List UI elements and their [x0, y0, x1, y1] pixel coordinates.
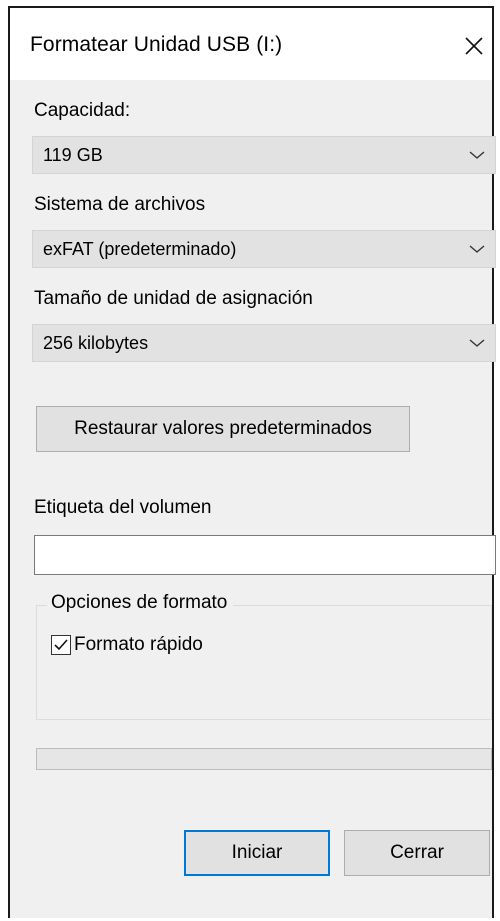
quick-format-label: Formato rápido	[74, 634, 203, 655]
start-button[interactable]: Iniciar	[184, 830, 330, 876]
format-options-group: Opciones de formato Formato rápido	[36, 592, 492, 720]
allocation-unit-label: Tamaño de unidad de asignación	[34, 288, 313, 309]
quick-format-option[interactable]: Formato rápido	[51, 634, 203, 656]
file-system-label: Sistema de archivos	[34, 194, 206, 215]
allocation-unit-dropdown[interactable]: 256 kilobytes	[32, 324, 496, 362]
chevron-down-icon	[469, 339, 485, 347]
chevron-down-icon	[469, 151, 485, 159]
close-icon	[465, 37, 483, 55]
close-button[interactable]: Cerrar	[344, 830, 490, 876]
restore-defaults-button[interactable]: Restaurar valores predeterminados	[36, 406, 410, 452]
volume-label-input[interactable]	[34, 535, 496, 575]
quick-format-checkbox[interactable]	[51, 635, 71, 655]
title-bar: Formatear Unidad USB (I:)	[10, 8, 492, 80]
chevron-down-icon	[469, 245, 485, 253]
capacity-label: Capacidad:	[34, 100, 131, 121]
format-options-legend: Opciones de formato	[47, 592, 234, 614]
file-system-dropdown[interactable]: exFAT (predeterminado)	[32, 230, 496, 268]
volume-label-label: Etiqueta del volumen	[34, 497, 212, 518]
window-title: Formatear Unidad USB (I:)	[30, 33, 283, 56]
format-dialog: Formatear Unidad USB (I:) Capacidad: 119…	[8, 6, 496, 918]
capacity-dropdown[interactable]: 119 GB	[32, 136, 496, 174]
format-progress-bar	[36, 748, 492, 770]
capacity-value: 119 GB	[43, 145, 103, 165]
file-system-value: exFAT (predeterminado)	[43, 239, 237, 259]
check-icon	[54, 639, 68, 651]
allocation-unit-value: 256 kilobytes	[43, 333, 149, 353]
close-window-button[interactable]	[456, 26, 492, 66]
